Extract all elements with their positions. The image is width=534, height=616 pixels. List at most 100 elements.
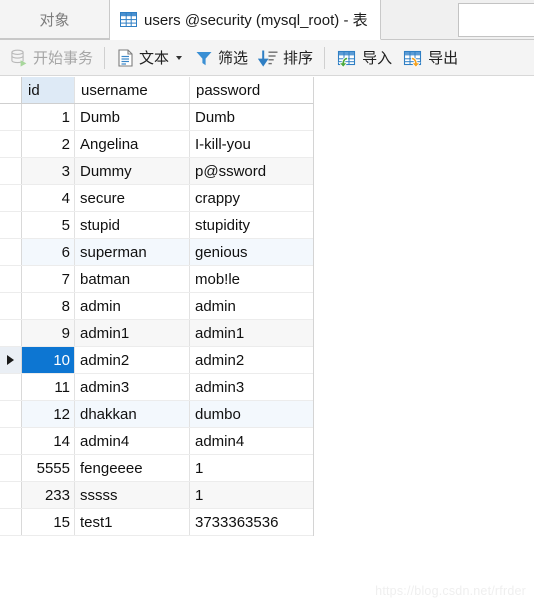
cell-password[interactable]: genious: [190, 239, 313, 265]
cell-password[interactable]: mob!le: [190, 266, 313, 292]
cell-password[interactable]: admin3: [190, 374, 313, 400]
cell-id[interactable]: 15: [22, 509, 75, 535]
cell-id[interactable]: 9: [22, 320, 75, 346]
row-gutter[interactable]: [0, 320, 22, 346]
row-gutter[interactable]: [0, 266, 22, 292]
cell-password[interactable]: crappy: [190, 185, 313, 211]
begin-transaction-label: 开始事务: [33, 50, 94, 67]
cell-username[interactable]: batman: [75, 266, 190, 292]
row-gutter[interactable]: [0, 455, 22, 481]
cell-username[interactable]: superman: [75, 239, 190, 265]
tab-users-table[interactable]: users @security (mysql_root) - 表: [110, 0, 381, 40]
row-gutter[interactable]: [0, 212, 22, 238]
cell-username[interactable]: admin1: [75, 320, 190, 346]
table-row[interactable]: 5 stupid stupidity: [0, 212, 313, 239]
chevron-down-icon[interactable]: [176, 55, 183, 60]
cell-id[interactable]: 1: [22, 104, 75, 130]
cell-password[interactable]: dumbo: [190, 401, 313, 427]
text-button[interactable]: 文本: [111, 43, 189, 73]
cell-username[interactable]: admin: [75, 293, 190, 319]
cell-password[interactable]: admin2: [190, 347, 313, 373]
cell-id[interactable]: 5: [22, 212, 75, 238]
grid-body: 1 Dumb Dumb 2 Angelina I-kill-you 3 Dummy p@sswo…: [0, 104, 313, 536]
cell-username[interactable]: Angelina: [75, 131, 190, 157]
import-button[interactable]: 导入: [331, 43, 397, 73]
cell-username[interactable]: Dummy: [75, 158, 190, 184]
cell-username[interactable]: sssss: [75, 482, 190, 508]
data-grid: id username password 1 Dumb Dumb 2 Angelina I…: [0, 77, 314, 536]
tab-objects[interactable]: 对象: [0, 0, 110, 39]
cell-id[interactable]: 7: [22, 266, 75, 292]
cell-password[interactable]: admin: [190, 293, 313, 319]
table-row[interactable]: 11 admin3 admin3: [0, 374, 313, 401]
export-button[interactable]: 导出: [397, 43, 463, 73]
row-gutter[interactable]: [0, 131, 22, 157]
table-row[interactable]: 7 batman mob!le: [0, 266, 313, 293]
cell-id[interactable]: 2: [22, 131, 75, 157]
row-gutter[interactable]: [0, 347, 22, 373]
cell-password[interactable]: admin4: [190, 428, 313, 454]
table-row[interactable]: 2 Angelina I-kill-you: [0, 131, 313, 158]
cell-id[interactable]: 12: [22, 401, 75, 427]
cell-password[interactable]: Dumb: [190, 104, 313, 130]
row-gutter[interactable]: [0, 401, 22, 427]
cell-id[interactable]: 8: [22, 293, 75, 319]
row-gutter[interactable]: [0, 239, 22, 265]
cell-username[interactable]: test1: [75, 509, 190, 535]
table-row[interactable]: 233 sssss 1: [0, 482, 313, 509]
database-run-icon: [9, 48, 29, 68]
cell-username[interactable]: Dumb: [75, 104, 190, 130]
cell-id[interactable]: 3: [22, 158, 75, 184]
cell-username[interactable]: admin2: [75, 347, 190, 373]
row-gutter[interactable]: [0, 482, 22, 508]
cell-id[interactable]: 4: [22, 185, 75, 211]
table-row[interactable]: 10 admin2 admin2: [0, 347, 313, 374]
column-header-username[interactable]: username: [75, 77, 190, 103]
table-row[interactable]: 5555 fengeeee 1: [0, 455, 313, 482]
table-import-icon: [336, 48, 358, 68]
table-row[interactable]: 1 Dumb Dumb: [0, 104, 313, 131]
table-row[interactable]: 15 test1 3733363536: [0, 509, 313, 536]
sort-button[interactable]: 排序: [253, 43, 318, 73]
cell-username[interactable]: secure: [75, 185, 190, 211]
cell-password[interactable]: admin1: [190, 320, 313, 346]
table-row[interactable]: 8 admin admin: [0, 293, 313, 320]
table-row[interactable]: 3 Dummy p@ssword: [0, 158, 313, 185]
begin-transaction-button[interactable]: 开始事务: [4, 43, 98, 73]
cell-id[interactable]: 14: [22, 428, 75, 454]
row-gutter[interactable]: [0, 428, 22, 454]
cell-password[interactable]: 3733363536: [190, 509, 313, 535]
cell-password[interactable]: stupidity: [190, 212, 313, 238]
filter-button[interactable]: 筛选: [189, 43, 253, 73]
watermark: https://blog.csdn.net/rfrder: [375, 584, 526, 598]
sort-descending-icon: [258, 48, 279, 68]
funnel-icon: [194, 48, 214, 68]
table-row[interactable]: 4 secure crappy: [0, 185, 313, 212]
table-row[interactable]: 14 admin4 admin4: [0, 428, 313, 455]
cell-password[interactable]: p@ssword: [190, 158, 313, 184]
cell-username[interactable]: stupid: [75, 212, 190, 238]
cell-password[interactable]: 1: [190, 482, 313, 508]
cell-id[interactable]: 6: [22, 239, 75, 265]
cell-username[interactable]: dhakkan: [75, 401, 190, 427]
cell-password[interactable]: 1: [190, 455, 313, 481]
cell-id[interactable]: 5555: [22, 455, 75, 481]
cell-id[interactable]: 11: [22, 374, 75, 400]
cell-username[interactable]: admin3: [75, 374, 190, 400]
table-row[interactable]: 12 dhakkan dumbo: [0, 401, 313, 428]
table-row[interactable]: 6 superman genious: [0, 239, 313, 266]
row-gutter[interactable]: [0, 509, 22, 535]
row-gutter[interactable]: [0, 185, 22, 211]
cell-id[interactable]: 233: [22, 482, 75, 508]
cell-id[interactable]: 10: [22, 347, 75, 373]
cell-username[interactable]: admin4: [75, 428, 190, 454]
column-header-password[interactable]: password: [190, 77, 313, 103]
row-gutter[interactable]: [0, 104, 22, 130]
row-gutter[interactable]: [0, 158, 22, 184]
row-gutter[interactable]: [0, 293, 22, 319]
row-gutter[interactable]: [0, 374, 22, 400]
table-row[interactable]: 9 admin1 admin1: [0, 320, 313, 347]
column-header-id[interactable]: id: [22, 77, 75, 103]
cell-username[interactable]: fengeeee: [75, 455, 190, 481]
cell-password[interactable]: I-kill-you: [190, 131, 313, 157]
